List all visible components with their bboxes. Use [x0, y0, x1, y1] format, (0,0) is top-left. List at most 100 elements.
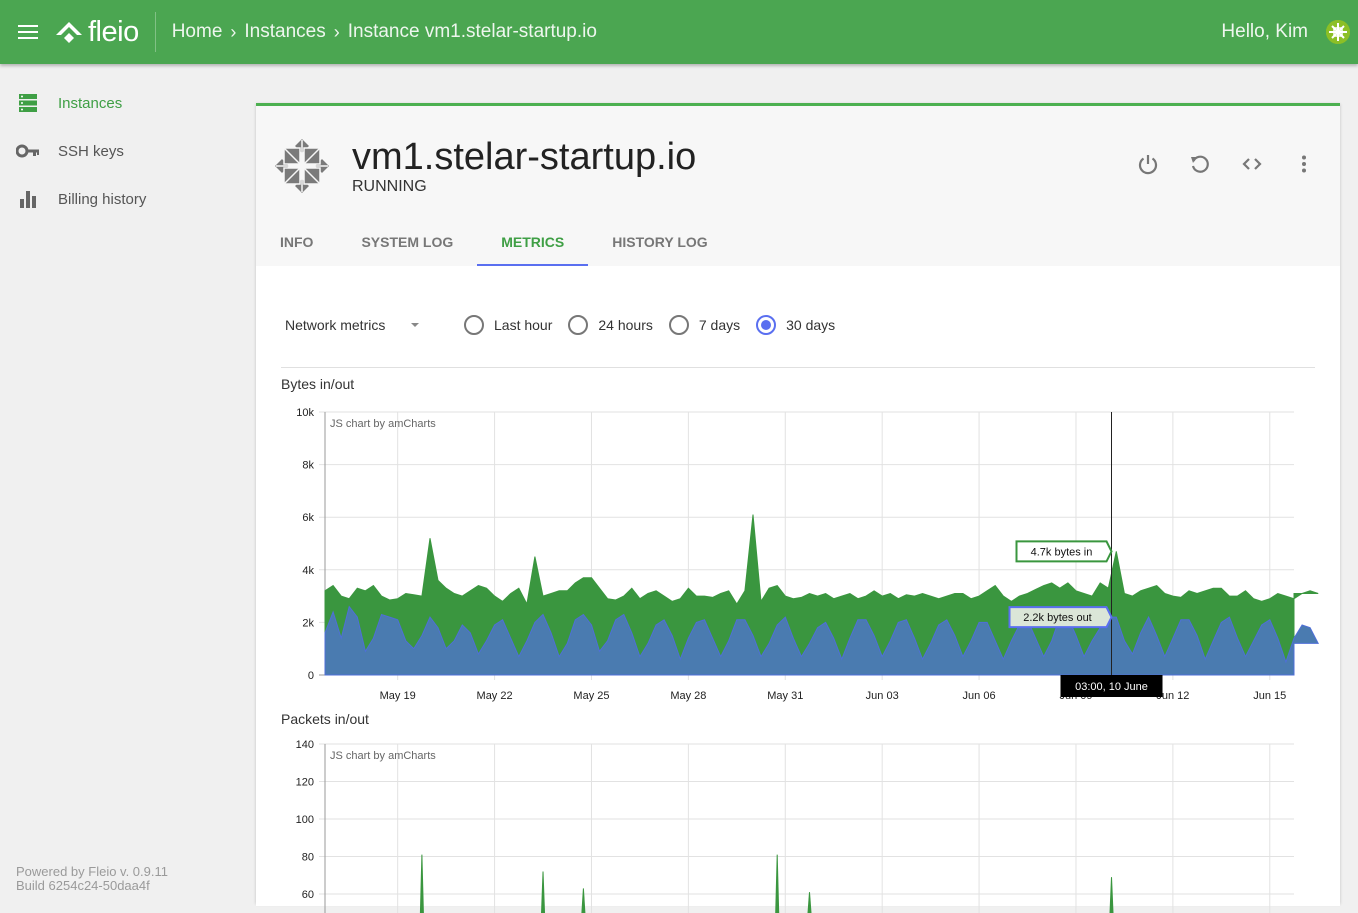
server-icon	[16, 91, 40, 115]
bar-chart-icon	[16, 187, 40, 211]
y-tick-label: 10k	[296, 407, 314, 419]
range-30-days[interactable]: 30 days	[756, 315, 835, 335]
packets-spike	[581, 888, 585, 913]
console-icon	[1241, 153, 1263, 175]
x-tick-label: May 22	[477, 690, 513, 702]
more-vert-icon	[1293, 153, 1315, 175]
range-7-days[interactable]: 7 days	[669, 315, 740, 335]
x-tick-label: Jun 06	[963, 690, 996, 702]
y-tick-label: 120	[296, 777, 314, 789]
hamburger-menu-icon[interactable]	[18, 25, 38, 39]
radio-checked-icon	[756, 315, 776, 335]
console-button[interactable]	[1240, 152, 1264, 176]
radio-label: Last hour	[494, 317, 552, 333]
instance-header: vm1.stelar-startup.io RUNNING INFO SYSTE…	[256, 106, 1340, 266]
sidebar-item-billing-history[interactable]: Billing history	[0, 175, 240, 223]
breadcrumb: Home › Instances › Instance vm1.stelar-s…	[172, 21, 597, 43]
sidebar-item-label: Instances	[58, 95, 122, 112]
y-tick-label: 8k	[302, 460, 314, 472]
powered-by-text: Powered by Fleio v. 0.9.11	[16, 865, 168, 879]
avatar-pattern-icon	[1326, 20, 1350, 44]
more-options-button[interactable]	[1292, 152, 1316, 176]
instance-actions	[1136, 152, 1316, 176]
metrics-panel: Network metrics Last hour 24 hours 7 day…	[256, 266, 1340, 906]
header-divider	[155, 12, 156, 52]
y-tick-label: 100	[296, 814, 314, 826]
y-tick-label: 60	[302, 889, 314, 901]
y-tick-label: 140	[296, 739, 314, 751]
chevron-right-icon: ›	[334, 22, 340, 43]
tab-history-log[interactable]: HISTORY LOG	[588, 218, 731, 266]
amcharts-watermark: JS chart by amCharts	[330, 418, 436, 430]
centos-logo-icon	[272, 136, 332, 201]
instance-card: vm1.stelar-startup.io RUNNING INFO SYSTE…	[256, 103, 1340, 903]
build-text: Build 6254c24-50daa4f	[16, 879, 168, 893]
key-icon	[16, 139, 40, 163]
packets-spike	[808, 892, 812, 913]
instance-tabs: INFO SYSTEM LOG METRICS HISTORY LOG	[256, 218, 732, 266]
balloon-text: 4.7k bytes in	[1031, 546, 1093, 558]
amcharts-watermark: JS chart by amCharts	[330, 750, 436, 762]
radio-icon	[669, 315, 689, 335]
packets-spike	[1110, 877, 1114, 913]
breadcrumb-instances[interactable]: Instances	[244, 21, 325, 43]
fleio-logo[interactable]: fleio	[54, 16, 139, 49]
bytes-chart-title: Bytes in/out	[281, 376, 354, 392]
power-icon	[1137, 153, 1159, 175]
packets-spike	[541, 872, 545, 913]
top-app-bar: fleio Home › Instances › Instance vm1.st…	[0, 0, 1358, 64]
sidebar-item-label: SSH keys	[58, 143, 124, 160]
sidebar-item-instances[interactable]: Instances	[0, 79, 240, 127]
radio-icon	[464, 315, 484, 335]
radio-label: 30 days	[786, 317, 835, 333]
range-last-hour[interactable]: Last hour	[464, 315, 552, 335]
radio-label: 24 hours	[598, 317, 652, 333]
sidebar-item-label: Billing history	[58, 191, 146, 208]
brand-name: fleio	[88, 16, 139, 49]
tab-system-log[interactable]: SYSTEM LOG	[337, 218, 477, 266]
bytes-chart[interactable]: 02k4k6k8k10kMay 19May 22May 25May 28May …	[256, 398, 1340, 728]
x-tick-label: Jun 15	[1253, 690, 1286, 702]
metrics-type-value: Network metrics	[285, 317, 385, 333]
user-avatar[interactable]	[1326, 20, 1350, 44]
power-button[interactable]	[1136, 152, 1160, 176]
y-tick-label: 4k	[302, 565, 314, 577]
dropdown-caret-icon	[411, 323, 419, 327]
fleio-logo-icon	[54, 20, 84, 44]
instance-status: RUNNING	[352, 178, 427, 196]
user-greeting[interactable]: Hello, Kim	[1221, 21, 1308, 43]
cursor-date-label: 03:00, 10 June	[1061, 675, 1163, 697]
balloon-text: 2.2k bytes out	[1023, 612, 1092, 624]
tab-info[interactable]: INFO	[256, 218, 337, 266]
sidebar-item-ssh-keys[interactable]: SSH keys	[0, 127, 240, 175]
y-tick-label: 0	[308, 670, 314, 682]
bytes-out-balloon: 2.2k bytes out	[1010, 607, 1112, 627]
breadcrumb-home[interactable]: Home	[172, 21, 223, 43]
y-tick-label: 2k	[302, 617, 314, 629]
chevron-right-icon: ›	[230, 22, 236, 43]
packets-chart[interactable]: 140 120 100 80 60 JS chart by amCharts	[256, 733, 1340, 913]
x-tick-label: May 19	[380, 690, 416, 702]
sidebar: Instances SSH keys Billing history	[0, 64, 240, 898]
packets-spike	[775, 855, 779, 913]
x-tick-label: May 28	[670, 690, 706, 702]
metrics-controls: Network metrics Last hour 24 hours 7 day…	[281, 310, 835, 340]
radio-label: 7 days	[699, 317, 740, 333]
packets-chart-title: Packets in/out	[281, 711, 369, 727]
cursor-label-text: 03:00, 10 June	[1075, 681, 1148, 693]
bytes-in-balloon: 4.7k bytes in	[1017, 541, 1112, 561]
x-tick-label: May 25	[573, 690, 609, 702]
tab-metrics[interactable]: METRICS	[477, 218, 588, 266]
breadcrumb-current: Instance vm1.stelar-startup.io	[348, 21, 597, 43]
radio-icon	[568, 315, 588, 335]
restart-button[interactable]	[1188, 152, 1212, 176]
version-footer: Powered by Fleio v. 0.9.11 Build 6254c24…	[16, 865, 168, 893]
packets-spike	[420, 855, 424, 913]
y-tick-label: 80	[302, 852, 314, 864]
x-tick-label: May 31	[767, 690, 803, 702]
range-24-hours[interactable]: 24 hours	[568, 315, 652, 335]
metrics-type-select[interactable]: Network metrics	[281, 317, 431, 333]
x-tick-label: Jun 03	[866, 690, 899, 702]
instance-name: vm1.stelar-startup.io	[352, 136, 696, 179]
restart-icon	[1189, 153, 1211, 175]
